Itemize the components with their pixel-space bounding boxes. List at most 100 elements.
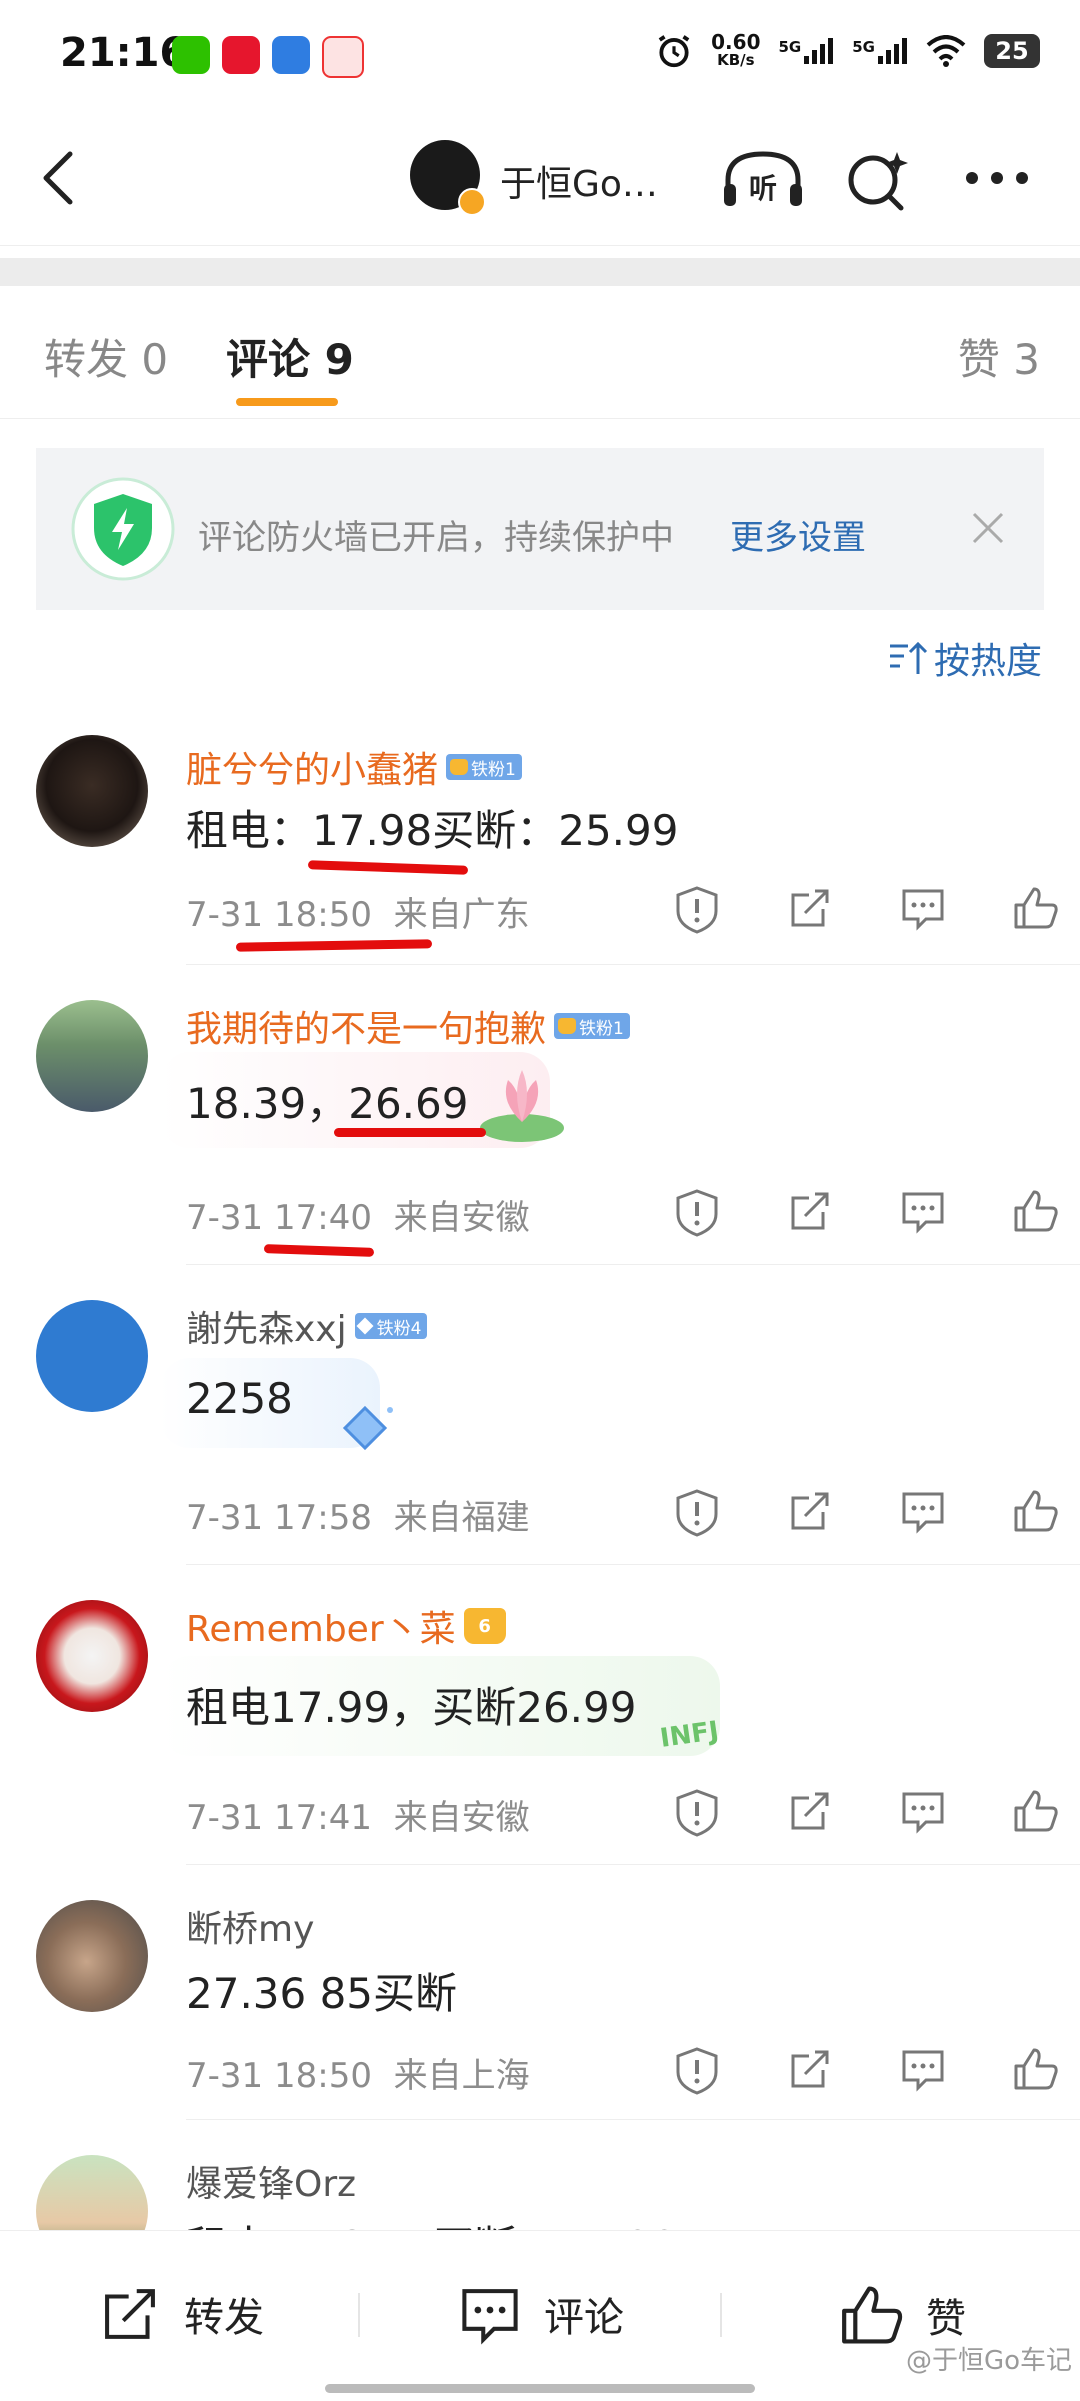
- close-notice-button[interactable]: [968, 508, 1008, 552]
- comment-meta: 7-31 17:58 来自福建: [186, 1490, 530, 1539]
- more-dots-icon: [966, 172, 1028, 184]
- author-name[interactable]: 于恒Go…: [500, 155, 658, 207]
- more-button[interactable]: [962, 168, 1032, 192]
- share-button[interactable]: [753, 885, 866, 935]
- active-tab-indicator: [236, 398, 338, 406]
- notification-icons: [172, 36, 364, 78]
- comment-location: 来自广东: [393, 895, 530, 935]
- thumbs-up-icon: [1014, 2048, 1058, 2090]
- signal-2: 5G: [852, 38, 908, 64]
- commenter-name[interactable]: Remember丶菜: [186, 1600, 456, 1652]
- thumbs-up-icon: [1014, 1490, 1058, 1532]
- tab-repost[interactable]: 转发 0: [44, 326, 168, 387]
- red-annotation-line: [263, 1244, 375, 1257]
- share-icon: [791, 889, 828, 927]
- comment-actions: [640, 2046, 1080, 2096]
- report-icon: [676, 1189, 717, 1237]
- commenter-name-row: 脏兮兮的小蠢猪 铁粉1: [186, 741, 522, 793]
- comment-actions: [640, 1188, 1080, 1238]
- share-button[interactable]: [753, 2046, 866, 2096]
- comment-button[interactable]: 评论: [456, 2283, 624, 2345]
- comment-actions: [640, 1788, 1080, 1838]
- reply-button[interactable]: [866, 1188, 979, 1238]
- comment-text: 18.39，26.69: [186, 1079, 469, 1128]
- share-button[interactable]: [753, 1488, 866, 1538]
- reply-button[interactable]: [866, 885, 979, 935]
- comment-item: 我期待的不是一句抱歉 铁粉1 18.39，26.69 7-31 17:40 来自…: [0, 1000, 1080, 1265]
- thumbs-up-icon: [1014, 1790, 1058, 1832]
- like-button[interactable]: [979, 1488, 1080, 1538]
- like-button[interactable]: [979, 1188, 1080, 1238]
- avatar[interactable]: [36, 1900, 148, 2012]
- tab-comments[interactable]: 评论 9: [226, 326, 354, 387]
- comment-location: 来自上海: [393, 2056, 530, 2096]
- net-speed-value: 0.60: [711, 30, 761, 54]
- app-icon-red: [322, 36, 364, 78]
- commenter-name[interactable]: 謝先森xxj: [186, 1300, 347, 1352]
- commenter-name[interactable]: 脏兮兮的小蠢猪: [186, 741, 438, 793]
- more-settings-link[interactable]: 更多设置: [730, 510, 866, 559]
- comment-meta: 7-31 18:50 来自上海: [186, 2048, 530, 2097]
- fan-badge: 铁粉4: [354, 1313, 428, 1339]
- sim2-label: 5G: [852, 38, 875, 56]
- share-icon: [105, 2289, 155, 2339]
- home-indicator[interactable]: [325, 2384, 755, 2393]
- commenter-name-row: 謝先森xxj 铁粉4: [186, 1300, 428, 1352]
- diamond-icon: [356, 1317, 374, 1335]
- like-button[interactable]: [979, 885, 1080, 935]
- report-button[interactable]: [640, 1188, 753, 1238]
- comment-location: 来自福建: [393, 1498, 530, 1538]
- avatar[interactable]: [36, 735, 148, 847]
- commenter-name[interactable]: 爆爱锋Orz: [186, 2155, 356, 2207]
- wechat-icon: [172, 36, 210, 74]
- report-button[interactable]: [640, 1488, 753, 1538]
- like-button[interactable]: [979, 1788, 1080, 1838]
- comment-icon: [902, 1192, 943, 1234]
- repost-button[interactable]: 转发: [96, 2283, 264, 2345]
- listen-button[interactable]: 听: [720, 148, 806, 216]
- search-button[interactable]: [845, 148, 911, 216]
- comment-meta: 7-31 18:50 来自广东: [186, 887, 530, 936]
- like-button[interactable]: [979, 2046, 1080, 2096]
- repost-label: 转发: [184, 2295, 264, 2341]
- commenter-name[interactable]: 断桥my: [186, 1900, 314, 1952]
- comment-icon: [902, 1492, 943, 1534]
- report-button[interactable]: [640, 1788, 753, 1838]
- share-button[interactable]: [753, 1788, 866, 1838]
- comment-time: 7-31 17:40: [186, 1198, 372, 1238]
- avatar[interactable]: [36, 1300, 148, 1412]
- like-post-button[interactable]: 赞: [838, 2283, 966, 2347]
- back-button[interactable]: [38, 148, 78, 212]
- comment-text: 租电17.99，买断26.99: [186, 1683, 637, 1732]
- avatar[interactable]: [36, 2155, 148, 2230]
- comment-firewall-notice: 评论防火墙已开启，持续保护中 更多设置: [36, 448, 1044, 610]
- net-speed: 0.60 KB/s: [711, 30, 761, 69]
- app-icon-blue: [272, 36, 310, 74]
- system-icons: 0.60 KB/s 5G 5G 25: [655, 32, 1040, 70]
- comment-text: 租电：17.98买断：25.99: [186, 806, 679, 855]
- reply-button[interactable]: [866, 1488, 979, 1538]
- divider: [186, 1864, 1080, 1865]
- tab-likes[interactable]: 赞 3: [958, 326, 1040, 387]
- divider: [186, 1564, 1080, 1565]
- report-button[interactable]: [640, 2046, 753, 2096]
- watermark: @于恒Go车记: [905, 2346, 1072, 2376]
- shield-icon: [71, 477, 175, 581]
- sort-by-hot-button[interactable]: 按热度: [888, 632, 1042, 684]
- comment-actions: [640, 1488, 1080, 1538]
- comment-item: 脏兮兮的小蠢猪 铁粉1 租电：17.98买断：25.99 7-31 18:50 …: [0, 735, 1080, 965]
- section-divider: [0, 258, 1080, 286]
- avatar[interactable]: [36, 1600, 148, 1712]
- share-button[interactable]: [753, 1188, 866, 1238]
- alarm-icon: [658, 35, 690, 68]
- listen-label: 听: [749, 172, 777, 205]
- thumbs-up-icon: [842, 2286, 903, 2344]
- lotus-icon: [480, 1070, 564, 1142]
- reply-button[interactable]: [866, 2046, 979, 2096]
- report-button[interactable]: [640, 885, 753, 935]
- commenter-name[interactable]: 我期待的不是一句抱歉: [186, 1000, 546, 1052]
- net-speed-unit: KB/s: [717, 51, 755, 69]
- separator: [358, 2293, 360, 2337]
- avatar[interactable]: [36, 1000, 148, 1112]
- reply-button[interactable]: [866, 1788, 979, 1838]
